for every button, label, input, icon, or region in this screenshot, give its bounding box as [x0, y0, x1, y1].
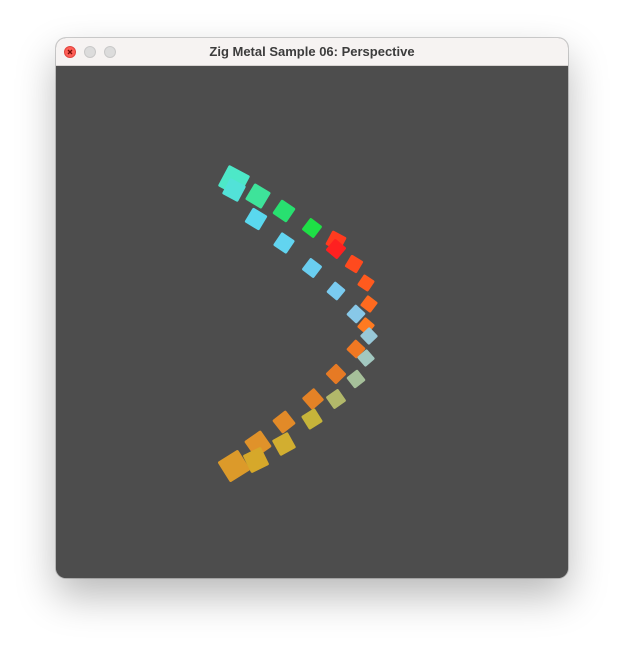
cube	[302, 258, 322, 278]
title-bar[interactable]: Zig Metal Sample 06: Perspective	[56, 38, 568, 66]
app-window: Zig Metal Sample 06: Perspective	[56, 38, 568, 578]
cube	[273, 232, 295, 254]
cube	[301, 408, 323, 430]
inner-arc	[222, 178, 378, 473]
cube	[302, 388, 324, 410]
top-arc	[218, 230, 378, 482]
cube	[272, 432, 296, 456]
cube	[326, 389, 346, 409]
cube	[326, 281, 346, 301]
perspective-scene	[218, 165, 378, 482]
render-viewport[interactable]	[56, 66, 568, 578]
cube	[360, 295, 378, 313]
cube	[346, 369, 366, 389]
cube	[272, 410, 296, 434]
cube	[302, 218, 322, 238]
cube	[326, 364, 346, 384]
cube	[344, 254, 364, 274]
cube	[272, 199, 296, 223]
cube	[357, 274, 375, 292]
window-title: Zig Metal Sample 06: Perspective	[209, 44, 415, 59]
cube	[245, 183, 271, 209]
cube	[244, 207, 268, 231]
